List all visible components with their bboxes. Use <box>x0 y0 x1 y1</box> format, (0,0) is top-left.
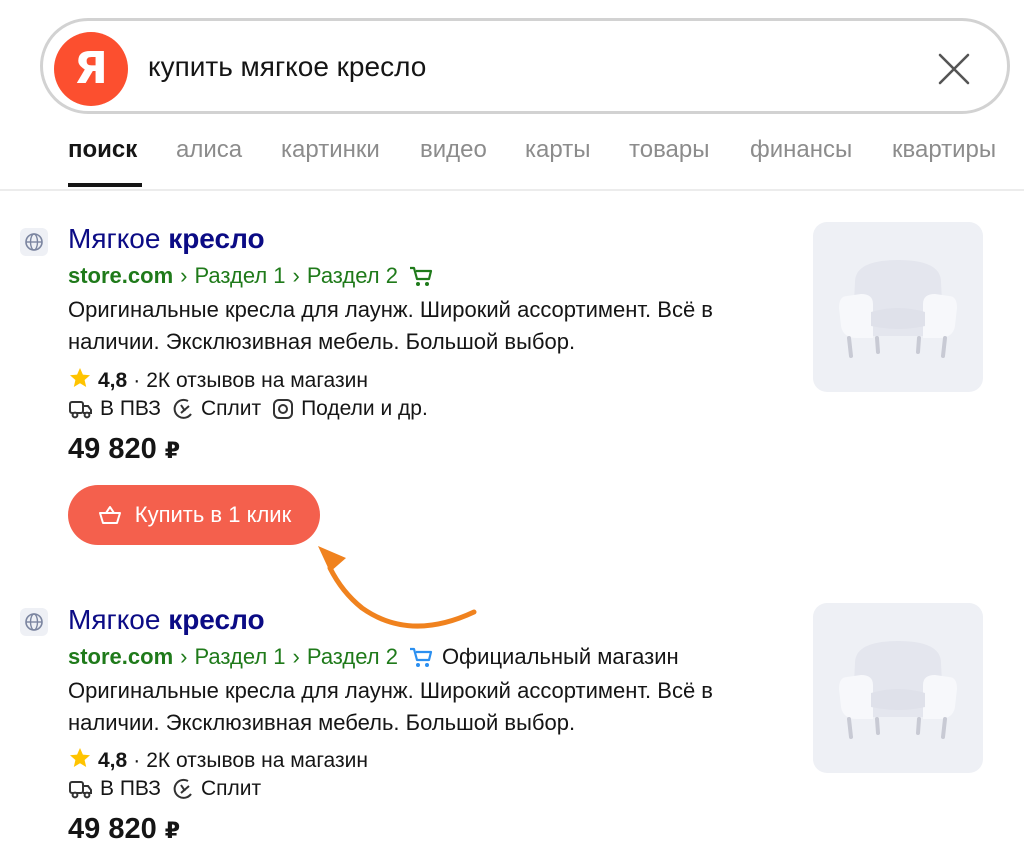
delivery-truck-icon <box>69 781 92 799</box>
result-description: Оригинальные кресла для лаунж. Широкий а… <box>68 678 713 735</box>
podeli-icon <box>273 399 294 419</box>
pointer-arrow <box>318 546 477 629</box>
breadcrumb-section-2[interactable]: Раздел 2 <box>307 263 398 289</box>
result-price: 49 820 ₽ <box>68 433 181 465</box>
star-icon <box>68 746 92 776</box>
split-feature: Сплит <box>171 397 261 421</box>
result-rating: 4,8 · 2К отзывов на магазин <box>68 746 368 776</box>
globe-icon <box>20 608 48 636</box>
breadcrumb: store.com › Раздел 1 › Раздел 2 <box>68 263 434 289</box>
podeli-feature: Подели и др. <box>271 397 428 421</box>
result-features: В ПВЗ Сплит <box>68 777 271 801</box>
tab-finance[interactable]: финансы <box>750 136 852 164</box>
search-input[interactable]: купить мягкое кресло <box>148 51 426 83</box>
search-bar[interactable]: Я купить мягкое кресло <box>40 18 1010 114</box>
armchair-image[interactable] <box>813 222 983 392</box>
tab-alice[interactable]: алиса <box>176 136 242 164</box>
split-icon <box>173 778 192 799</box>
result-features: В ПВЗ Сплит Подели и др. <box>68 397 438 421</box>
search-tabs: поиск алиса картинки видео карты товары … <box>68 136 1024 190</box>
basket-icon <box>98 506 121 524</box>
split-feature: Сплит <box>171 777 261 801</box>
breadcrumb-section-2[interactable]: Раздел 2 <box>307 644 398 670</box>
armchair-image[interactable] <box>813 603 983 773</box>
tab-video[interactable]: видео <box>420 136 487 164</box>
tab-images[interactable]: картинки <box>281 136 380 164</box>
star-icon <box>68 366 92 396</box>
buy-one-click-button[interactable]: Купить в 1 клик <box>68 485 320 545</box>
breadcrumb: store.com › Раздел 1 › Раздел 2 Официаль… <box>68 644 679 670</box>
active-tab-indicator <box>68 183 142 187</box>
delivery-truck-icon <box>69 401 92 419</box>
result-rating: 4,8 · 2К отзывов на магазин <box>68 366 368 396</box>
result-title[interactable]: Мягкое кресло <box>68 604 265 636</box>
result-price: 49 820 ₽ <box>68 813 181 845</box>
cart-icon <box>408 264 434 288</box>
breadcrumb-section-1[interactable]: Раздел 1 <box>194 644 285 670</box>
reviews-link[interactable]: 2К отзывов на магазин <box>146 369 368 393</box>
cart-icon <box>408 645 434 669</box>
tab-apartments[interactable]: квартиры <box>892 136 996 164</box>
tabs-divider <box>0 189 1024 191</box>
result-title[interactable]: Мягкое кресло <box>68 223 265 255</box>
search-clear-icon[interactable] <box>937 52 971 86</box>
pickup-feature: В ПВЗ <box>68 397 161 421</box>
pickup-feature: В ПВЗ <box>68 777 161 801</box>
tab-products[interactable]: товары <box>629 136 710 164</box>
split-icon <box>173 398 192 419</box>
reviews-link[interactable]: 2К отзывов на магазин <box>146 749 368 773</box>
result-domain[interactable]: store.com <box>68 263 173 289</box>
tab-maps[interactable]: карты <box>525 136 590 164</box>
globe-icon <box>20 228 48 256</box>
official-store-label: Официальный магазин <box>441 644 679 669</box>
tab-search[interactable]: поиск <box>68 136 137 164</box>
result-domain[interactable]: store.com <box>68 644 173 670</box>
result-description: Оригинальные кресла для лаунж. Широкий а… <box>68 297 713 354</box>
breadcrumb-section-1[interactable]: Раздел 1 <box>194 263 285 289</box>
yandex-logo[interactable]: Я <box>54 32 128 106</box>
